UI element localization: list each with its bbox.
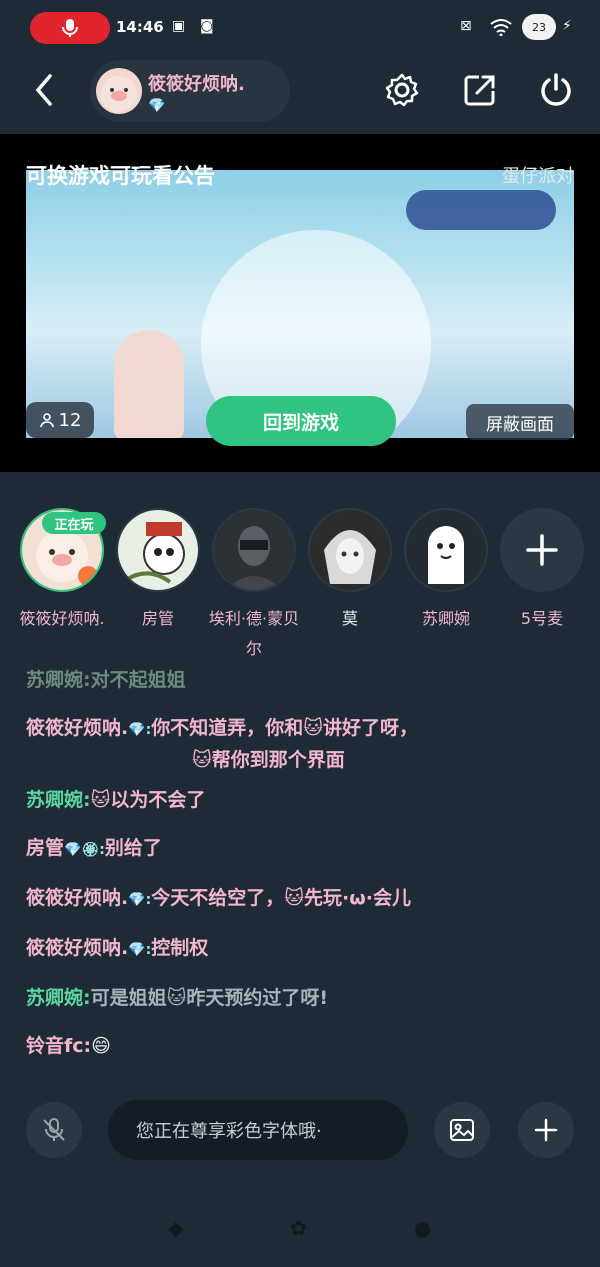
clock: 14:46 (116, 18, 164, 36)
settings-button[interactable] (382, 70, 422, 110)
no-sim-icon: ⊠ (460, 18, 472, 34)
chat-username[interactable]: 苏卿婉: (26, 987, 91, 1009)
avatar (116, 508, 200, 592)
battery-indicator: 23 (522, 14, 556, 40)
chat-message: 苏卿婉:🐱以为不会了 (26, 776, 574, 824)
app-notification-icon: ▣ (172, 18, 186, 34)
avatar (404, 508, 488, 592)
send-image-button[interactable] (434, 1102, 490, 1158)
hide-screen-button[interactable]: 屏蔽画面 (466, 404, 574, 440)
seat-name: 5号麦 (520, 609, 564, 628)
input-bar: 您正在尊享彩色字体哦· (0, 1098, 600, 1162)
chat-username[interactable]: 筱筱好烦呐. (26, 937, 128, 959)
chat-message: 苏卿婉:对不起姐姐 (26, 656, 574, 704)
game-character (114, 330, 184, 438)
seat-4[interactable]: 莫 (302, 508, 398, 634)
seat-name: 苏卿婉 (421, 609, 470, 628)
chat-list: 苏卿婉:对不起姐姐 筱筱好烦呐.💎:你不知道弄，你和🐱讲好了呀， 🐱帮你到那个界… (26, 656, 574, 1070)
back-button[interactable] (28, 70, 60, 114)
decorative-icon: ◆ (168, 1216, 184, 1240)
chat-message: 房管💎🏵:别给了 (26, 824, 574, 874)
room-avatar (96, 68, 142, 114)
chat-badge: 💎🏵: (64, 842, 105, 858)
viewer-count[interactable]: 12 (26, 402, 94, 438)
seat-name: 莫 (341, 609, 358, 628)
seat-3[interactable]: 埃利·德·蒙贝尔 (206, 508, 302, 664)
chat-message: 筱筱好烦呐.💎:控制权 (26, 924, 574, 974)
now-playing-badge: 正在玩 (42, 512, 106, 534)
viewer-count-value: 12 (58, 409, 82, 431)
chat-text: 可是姐姐🐱昨天预约过了呀! (90, 987, 329, 1009)
game-hud (406, 190, 556, 230)
announcement-text: 可换游戏可玩看公告 (26, 164, 215, 188)
chat-text: 今天不给空了，🐱先玩·ω·会儿 (151, 887, 412, 909)
share-icon (464, 75, 495, 106)
exit-room-button[interactable] (536, 70, 576, 110)
chat-input[interactable]: 您正在尊享彩色字体哦· (108, 1100, 408, 1160)
chat-message: 筱筱好烦呐.💎:今天不给空了，🐱先玩·ω·会儿 (26, 874, 574, 924)
seat-6-empty[interactable]: 5号麦 (494, 508, 590, 634)
mic-off-icon (43, 1118, 65, 1141)
chat-username[interactable]: 房管 (26, 837, 64, 859)
chat-message: 苏卿婉:可是姐姐🐱昨天预约过了呀! (26, 974, 574, 1022)
game-name: 蛋仔派对 (502, 166, 574, 187)
chat-text: 别给了 (104, 837, 162, 859)
avatar (212, 508, 296, 592)
recording-indicator[interactable] (30, 12, 110, 44)
status-bar: 14:46 ▣ ◙ ⊠ 23 ⚡ (0, 0, 600, 56)
gear-icon (385, 73, 419, 107)
chat-badge: 💎: (128, 892, 152, 908)
chat-text: 你不知道弄，你和🐱讲好了呀， (151, 717, 419, 739)
paw-icon: ✿ (290, 1216, 307, 1240)
decorative-icon: ● (414, 1216, 432, 1240)
power-icon (541, 73, 571, 106)
chat-badge: 💎: (128, 722, 152, 738)
chat-message: 筱筱好烦呐.💎:你不知道弄，你和🐱讲好了呀， 🐱帮你到那个界面 (26, 704, 574, 776)
return-to-game-button[interactable]: 回到游戏 (206, 396, 396, 446)
image-icon (450, 1119, 474, 1141)
mic-seats: 正在玩 筱筱好烦呐. 房管 埃利·德·蒙贝尔 莫 苏卿婉 5号麦 (0, 500, 600, 660)
add-seat-button[interactable] (500, 508, 584, 592)
chat-text: 对不起姐姐 (90, 669, 186, 691)
app-notification-icon: ◙ (200, 18, 214, 34)
seat-5[interactable]: 苏卿婉 (398, 508, 494, 634)
microphone-icon (62, 19, 78, 37)
person-icon (39, 413, 54, 428)
seat-name: 埃利·德·蒙贝尔 (208, 609, 300, 658)
system-bottom-bar: ◆ ✿ ● (0, 1210, 600, 1250)
charging-icon: ⚡ (562, 18, 572, 34)
game-stream[interactable]: 可换游戏可玩看公告 蛋仔派对 12 回到游戏 屏蔽画面 (0, 134, 600, 472)
room-info[interactable]: 筱筱好烦呐. 💎 (90, 60, 290, 122)
plus-icon (534, 1118, 558, 1142)
diamond-badge-icon: 💎 (148, 98, 166, 114)
chat-username[interactable]: 筱筱好烦呐. (26, 717, 128, 739)
plus-icon (526, 534, 558, 566)
mute-mic-button[interactable] (26, 1102, 82, 1158)
avatar (308, 508, 392, 592)
wifi-icon (490, 18, 512, 40)
seat-name: 筱筱好烦呐. (19, 609, 105, 628)
chevron-left-icon (35, 74, 52, 106)
share-button[interactable] (460, 70, 500, 110)
room-header: 筱筱好烦呐. 💎 (0, 56, 600, 134)
chat-username[interactable]: 筱筱好烦呐. (26, 887, 128, 909)
seat-2[interactable]: 房管 (110, 508, 206, 634)
seat-1[interactable]: 正在玩 筱筱好烦呐. (14, 508, 110, 634)
chat-emoji: 😄 (91, 1035, 111, 1057)
chat-username[interactable]: 苏卿婉: (26, 669, 91, 691)
chat-username[interactable]: 苏卿婉: (26, 789, 91, 811)
chat-badge: 💎: (128, 942, 152, 958)
chat-username[interactable]: 铃音fc: (26, 1035, 91, 1057)
more-actions-button[interactable] (518, 1102, 574, 1158)
chat-message: 铃音fc:😄 (26, 1022, 574, 1070)
seat-name: 房管 (141, 609, 174, 628)
chat-text: 控制权 (151, 937, 209, 959)
chat-text: 🐱以为不会了 (90, 789, 206, 811)
chat-text-continued: 🐱帮你到那个界面 (192, 749, 345, 771)
room-name: 筱筱好烦呐. (148, 74, 245, 95)
